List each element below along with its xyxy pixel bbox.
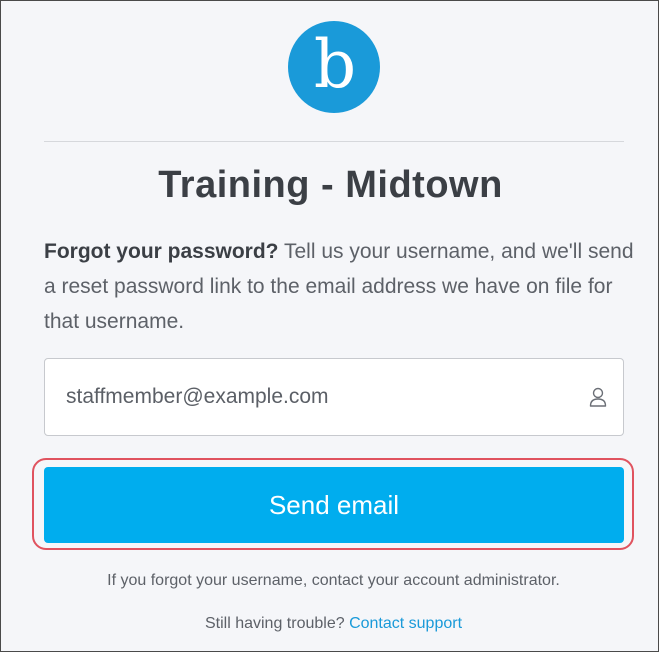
username-field xyxy=(44,358,624,436)
user-icon xyxy=(589,387,607,407)
trouble-text: Still having trouble? Contact support xyxy=(1,615,658,633)
page-title: Training - Midtown xyxy=(158,164,503,206)
forgot-username-text: If you forgot your username, contact you… xyxy=(107,572,560,589)
brand-logo: b xyxy=(288,21,380,113)
send-email-button[interactable]: Send email xyxy=(44,467,624,543)
divider xyxy=(44,141,624,142)
forgot-password-panel: b Training - Midtown Forgot your passwor… xyxy=(0,0,659,652)
username-input[interactable] xyxy=(45,359,565,435)
contact-support-link[interactable]: Contact support xyxy=(349,615,462,632)
trouble-prefix: Still having trouble? xyxy=(204,615,350,632)
logo-letter: b xyxy=(313,26,357,103)
instructions-heading: Forgot your password? xyxy=(44,240,279,263)
instructions-text: Forgot your password? Tell us your usern… xyxy=(44,234,634,339)
